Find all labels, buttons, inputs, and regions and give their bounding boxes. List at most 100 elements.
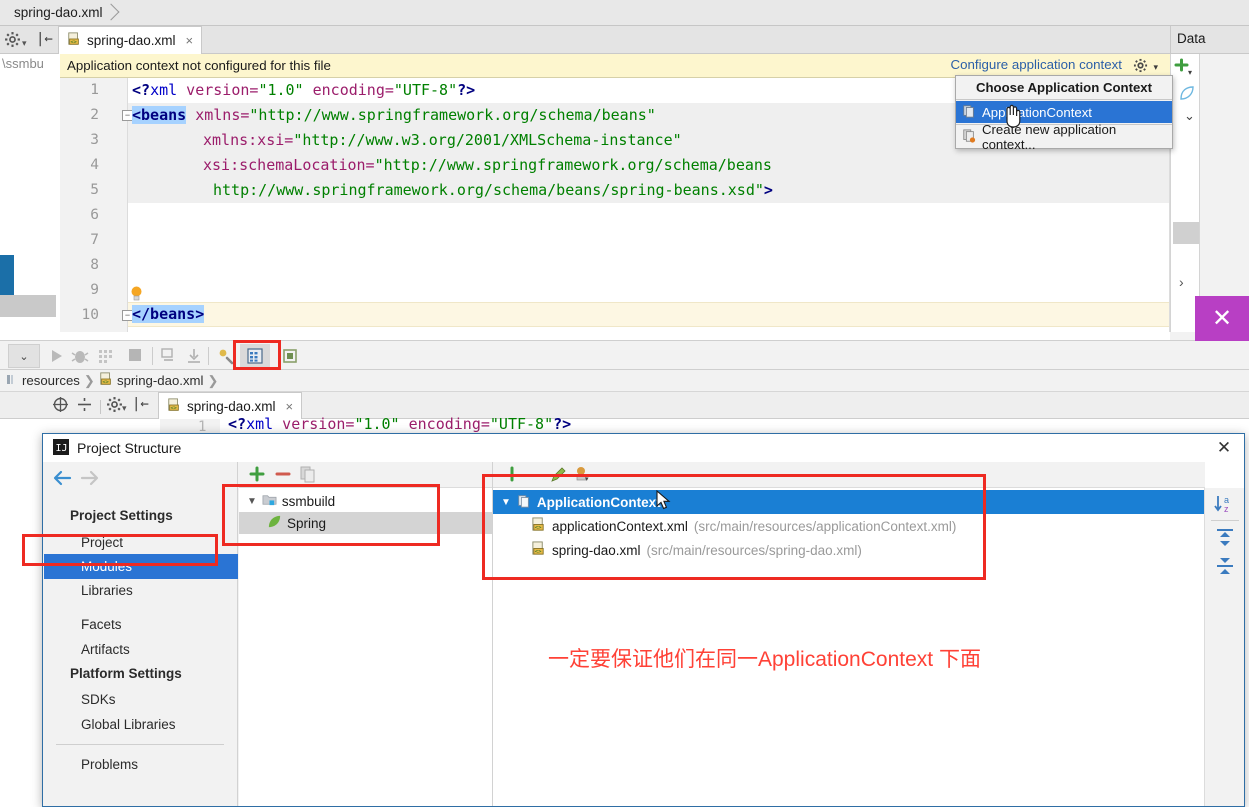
mouse-cursor-icon [656, 489, 672, 515]
add-context-button[interactable] [503, 465, 521, 486]
collapse-panel-icon[interactable]: |← [36, 31, 53, 47]
breadcrumb-separator: ❯ [83, 372, 95, 388]
nav-item-facets[interactable]: Facets [44, 612, 238, 637]
context-row-spring-dao-xml[interactable]: <> spring-dao.xml (src/main/resources/sp… [493, 538, 1205, 562]
debug-button[interactable] [70, 346, 90, 366]
add-bean-button[interactable]: ▾ [1172, 56, 1200, 82]
nav-item-label: Modules [81, 559, 133, 574]
nav-item-global-libraries[interactable]: Global Libraries [44, 712, 238, 737]
spring-leaf-icon[interactable] [1178, 84, 1196, 105]
run-button[interactable] [46, 346, 66, 366]
banner-chevron-down-icon[interactable]: ▾ [1153, 62, 1158, 73]
ide-window: \ssmbu [19525] \2 作为\ssmbu oller e ontex… [0, 0, 1249, 807]
code-line-1: <?xml version="1.0" encoding="UTF-8"?> [132, 78, 475, 103]
add-module-button[interactable] [247, 464, 267, 487]
banner-gear-icon[interactable] [1133, 58, 1148, 76]
svg-text:<>: <> [102, 379, 108, 385]
code-token: "UTF-8" [393, 81, 458, 99]
remove-module-button[interactable] [273, 464, 293, 487]
svg-text:<>: <> [171, 405, 177, 411]
code-token: "http://www.w3.org/2001/XMLSchema-instan… [293, 131, 682, 149]
close-icon[interactable]: × [282, 399, 294, 414]
intention-bulb-icon[interactable] [130, 286, 143, 301]
left-scroll-sliver [0, 295, 56, 317]
stop-button[interactable] [126, 346, 146, 366]
close-icon[interactable]: × [182, 33, 194, 48]
chevron-right-icon[interactable]: › [1179, 274, 1184, 290]
context-row-applicationcontext-xml[interactable]: <> applicationContext.xml (src/main/reso… [493, 514, 1205, 538]
nav-item-sdks[interactable]: SDKs [44, 687, 238, 712]
line-number: 1 [90, 82, 99, 98]
modules-panel[interactable]: ▼ ssmbuild Spring [239, 462, 492, 806]
code-token: > [763, 181, 773, 199]
forward-arrow-icon[interactable] [80, 470, 100, 489]
editor-tab-spring-dao[interactable]: <> spring-dao.xml × [58, 26, 203, 54]
split-icon[interactable] [76, 396, 93, 416]
choose-application-context-menu[interactable]: Choose Application Context ApplicationCo… [955, 75, 1173, 152]
expand-all-button[interactable] [1213, 526, 1237, 550]
context-row-applicationcontext[interactable]: ▼ ApplicationContext [493, 490, 1205, 514]
nav-item-project[interactable]: Project [44, 530, 238, 555]
svg-text:z: z [1224, 504, 1229, 514]
chevron-down-icon[interactable]: ▼ [501, 497, 511, 508]
code-line-2: <beans xmlns="http://www.springframework… [132, 103, 656, 128]
close-dialog-button[interactable]: ✕ [1212, 437, 1236, 459]
nav-item-problems[interactable]: Problems [44, 752, 238, 777]
project-structure-dialog[interactable]: IJ Project Structure ✕ Project Settings … [42, 433, 1245, 807]
settings-wrench-icon[interactable] [216, 346, 236, 366]
coverage-button[interactable] [96, 346, 116, 366]
dump-threads-button[interactable] [158, 346, 178, 366]
code-line-4: xsi:schemaLocation="http://www.springfra… [203, 153, 772, 178]
gear-icon[interactable] [106, 396, 123, 416]
collapse-all-button[interactable] [1213, 554, 1237, 578]
tree-row-label: Spring [287, 515, 327, 531]
breadcrumb-file[interactable]: spring-dao.xml [117, 373, 204, 388]
run-toolbar: ⌄ [0, 340, 1249, 370]
copy-module-button[interactable] [299, 465, 317, 486]
run-config-dropdown[interactable]: ⌄ [8, 344, 40, 368]
back-arrow-icon[interactable] [52, 470, 72, 489]
nav-item-label: Artifacts [81, 642, 130, 657]
left-tool-sliver [0, 255, 14, 295]
tree-row-spring[interactable]: Spring [239, 512, 492, 534]
code-token: xml [150, 81, 178, 99]
editor-gutter[interactable]: 1 2 3 4 5 6 7 8 9 10 [60, 78, 128, 332]
nav-item-modules[interactable]: Modules [44, 554, 238, 579]
restore-layout-button[interactable] [184, 346, 204, 366]
chevron-down-icon[interactable]: ▾ [122, 403, 127, 414]
scrollbar-thumb[interactable] [1173, 222, 1199, 244]
menu-item-create-new-context[interactable]: Create new application context... [956, 122, 1172, 152]
gear-icon[interactable] [4, 31, 21, 51]
menu-item-application-context[interactable]: ApplicationContext [956, 101, 1172, 123]
collapse-panel-icon[interactable]: |← [132, 396, 149, 412]
project-path-ghost: \ssmbu [2, 56, 44, 71]
line-number: 6 [90, 207, 99, 223]
xml-file-icon: <> [531, 517, 546, 535]
edit-context-button[interactable] [549, 466, 567, 487]
code-token: <? [132, 81, 151, 99]
close-toolwindow-button[interactable]: ✕ [1195, 296, 1249, 341]
xml-file-icon: <> [67, 32, 81, 49]
breadcrumb-separator: ❯ [207, 372, 219, 388]
code-token: <beans [132, 106, 187, 124]
chevron-down-icon[interactable]: ⌄ [1184, 108, 1195, 124]
breadcrumb-folder[interactable]: resources [22, 373, 80, 388]
context-row-label: applicationContext.xml [552, 518, 688, 534]
nav-item-libraries[interactable]: Libraries [44, 578, 238, 603]
chevron-down-icon[interactable]: ▼ [247, 496, 257, 507]
breadcrumb: spring-dao.xml [0, 0, 1249, 26]
chevron-down-icon[interactable]: ▾ [1188, 68, 1192, 77]
config-context-button[interactable]: ▾ [573, 465, 591, 486]
configure-application-context-link[interactable]: Configure application context [951, 57, 1123, 72]
tab-data[interactable]: Data [1177, 31, 1206, 46]
show-project-structure-button[interactable] [240, 344, 270, 368]
target-icon[interactable] [52, 396, 69, 416]
spring-tool-icon[interactable] [280, 346, 300, 366]
application-contexts-panel[interactable]: ▾ ▼ ApplicationContext <> applicationCon… [492, 462, 1244, 806]
code-token: version= [177, 81, 259, 99]
breadcrumb-file[interactable]: spring-dao.xml [8, 3, 119, 24]
sort-alphabetically-button[interactable]: az [1213, 492, 1237, 516]
tree-row-ssmbuild[interactable]: ▼ ssmbuild [239, 490, 492, 512]
chevron-down-icon[interactable]: ▾ [22, 38, 27, 49]
nav-item-artifacts[interactable]: Artifacts [44, 637, 238, 662]
